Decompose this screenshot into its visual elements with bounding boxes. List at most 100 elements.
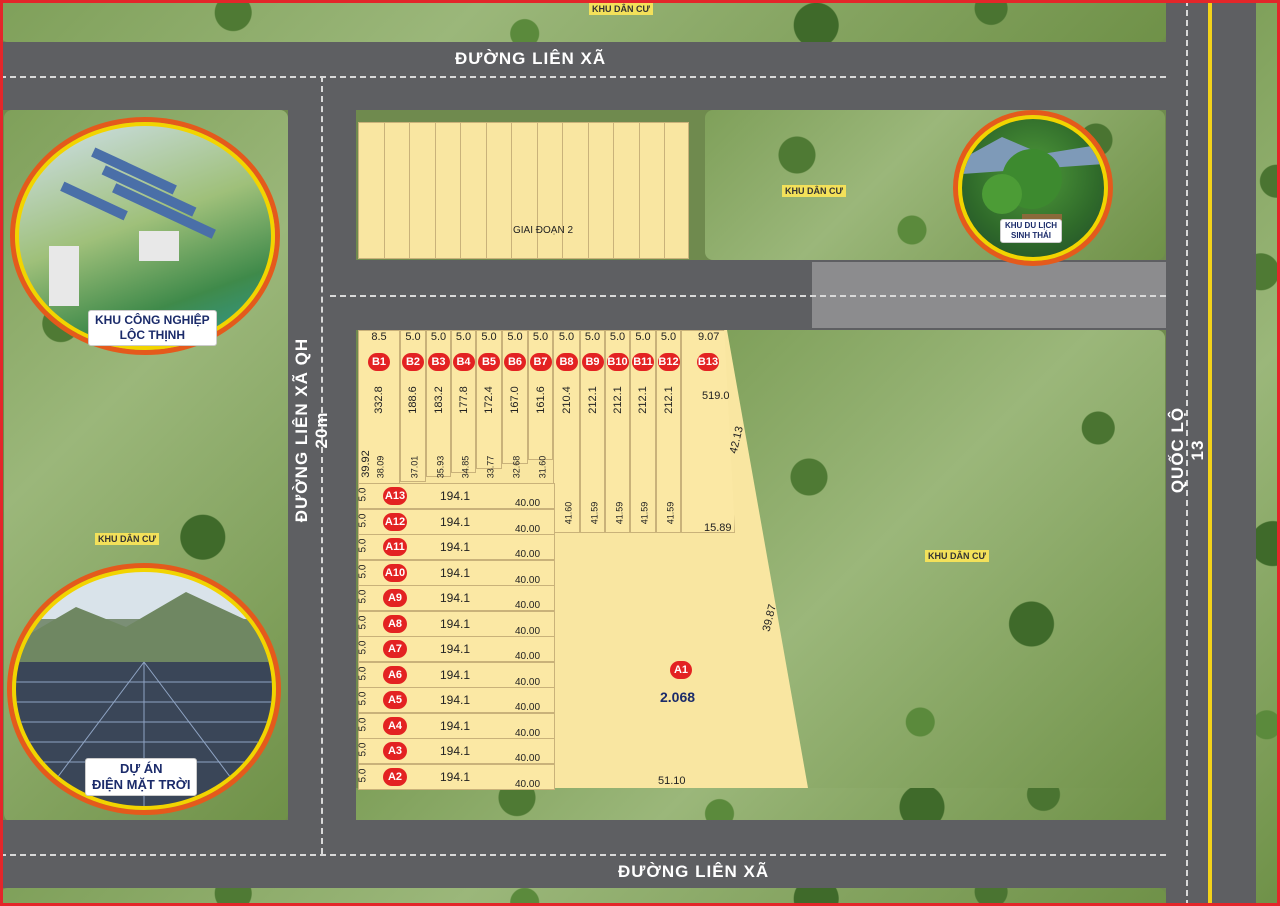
phase-2-divider	[587, 122, 589, 259]
aerial-bottom-edge	[0, 888, 1166, 906]
lot-badge[interactable]: A5	[383, 691, 407, 709]
lot-depth: 40.00	[515, 498, 541, 509]
lot-width: 5.0	[357, 666, 369, 680]
lot-area: 194.1	[440, 540, 471, 554]
lot-badge[interactable]: A11	[383, 538, 407, 556]
lot-depth: 40.00	[515, 753, 541, 764]
industrial-park-label: KHU CÔNG NGHIỆP LỘC THỊNH	[88, 310, 217, 346]
phase-2-divider	[460, 122, 461, 259]
lot-width: 9.07	[698, 331, 720, 343]
lot-badge[interactable]: B13	[697, 353, 719, 371]
lot-badge[interactable]: B2	[402, 353, 424, 371]
a1-area: 2.068	[660, 689, 696, 705]
lot-area: 194.1	[440, 769, 471, 784]
lot-badge[interactable]: A12	[383, 512, 407, 531]
lot-area: 161.6	[534, 386, 547, 414]
lot-badge[interactable]: A4	[383, 716, 407, 735]
lot-area: 194.1	[440, 744, 471, 758]
lot-width: 5.0	[357, 487, 369, 502]
phase-2-divider	[536, 122, 538, 259]
phase-2-divider	[638, 122, 640, 259]
lot-depth: 40.00	[515, 625, 541, 637]
lot-depth: 37.01	[409, 455, 420, 479]
lot-width: 5.0	[430, 331, 447, 343]
lot-depth: 40.00	[515, 702, 541, 713]
phase-2-divider	[434, 122, 436, 259]
lot-badge[interactable]: B12	[657, 353, 680, 371]
lot-area: 212.1	[586, 386, 599, 414]
lot-area: 194.1	[440, 616, 471, 631]
lot-area: 194.1	[440, 642, 471, 656]
lot-width: 8.5	[371, 331, 387, 343]
lot-area: 194.1	[440, 693, 471, 707]
lot-area: 194.1	[440, 667, 471, 682]
solar-label-line2: ĐIỆN MẶT TRỜI	[92, 777, 191, 792]
highway-center-line	[1208, 0, 1212, 906]
lot-width: 5.0	[357, 640, 369, 655]
a1-bottom-dim: 51.10	[658, 775, 686, 787]
lot-width: 5.0	[357, 513, 369, 527]
lot-depth: 40.00	[515, 600, 541, 611]
lot-width: 5.0	[660, 331, 677, 343]
b-left-edge-dim: 39.92	[359, 450, 372, 478]
lot-badge[interactable]: B7	[529, 353, 552, 371]
lot-area: 188.6	[406, 386, 419, 414]
lot-width: 5.0	[507, 331, 523, 343]
phase-2-divider	[511, 122, 512, 259]
lot-depth: 31.60	[536, 455, 547, 479]
lot-badge[interactable]: B11	[632, 353, 654, 371]
aerial-right-edge	[1256, 0, 1280, 906]
lot-area: 172.4	[482, 386, 495, 414]
lot-depth: 40.00	[515, 727, 541, 739]
lot-width: 5.0	[455, 331, 472, 343]
lot-width: 5.0	[357, 615, 369, 629]
lot-depth: 41.59	[639, 501, 650, 525]
lot-area: 194.1	[440, 565, 471, 580]
lot-area: 519.0	[702, 390, 730, 402]
lot-width: 5.0	[357, 538, 369, 553]
lot-badge[interactable]: A10	[383, 563, 407, 582]
lot-badge[interactable]: A7	[383, 640, 407, 658]
lot-area: 194.1	[440, 489, 471, 503]
lot-badge[interactable]: B1	[368, 353, 390, 371]
lot-badge[interactable]: B10	[606, 353, 629, 371]
lot-area: 332.8	[372, 386, 385, 414]
lot-width: 5.0	[357, 717, 369, 731]
lot-width: 5.0	[609, 331, 626, 343]
lot-badge[interactable]: B9	[581, 353, 604, 371]
lot-badge[interactable]: A3	[383, 742, 407, 760]
lot-badge[interactable]: B6	[504, 353, 526, 371]
lot-width: 5.0	[357, 564, 369, 578]
lot-badge[interactable]: A9	[383, 589, 407, 607]
b13-bottom-dim: 15.89	[704, 522, 732, 534]
lot-badge[interactable]: A13	[383, 487, 407, 505]
lot-badge[interactable]: A6	[383, 665, 407, 684]
lot-width: 5.0	[405, 331, 421, 343]
khu-dan-cu-top: KHU DÂN CƯ	[589, 3, 653, 15]
phase-2-divider	[613, 122, 614, 259]
lot-badge[interactable]: B4	[452, 353, 475, 371]
lot-badge[interactable]: A8	[383, 614, 407, 633]
khu-dan-cu-left: KHU DÂN CƯ	[95, 533, 159, 545]
lot-depth: 32.68	[511, 455, 522, 479]
road-label-top: ĐƯỜNG LIÊN XÃ	[455, 49, 607, 68]
lot-depth: 40.00	[515, 778, 541, 790]
road-label-right: QUỐC LỘ 13	[1168, 406, 1207, 494]
lot-width: 5.0	[357, 589, 369, 604]
lot-badge[interactable]: A2	[383, 767, 407, 786]
khu-dan-cu-mid: KHU DÂN CƯ	[782, 185, 846, 197]
lot-width: 5.0	[635, 331, 651, 343]
lot-area: 183.2	[432, 386, 445, 414]
lot-badge[interactable]: B8	[555, 353, 578, 371]
dash-middle	[330, 295, 1166, 297]
lot-area: 212.1	[611, 386, 624, 414]
eco-label-line2: SINH THÁI	[1011, 231, 1051, 240]
lot-depth: 41.59	[613, 501, 624, 525]
lot-width: 5.0	[357, 768, 369, 782]
phase-2-divider	[485, 122, 487, 259]
aerial-top-strip	[0, 0, 1166, 42]
lot-badge-a1[interactable]: A1	[670, 661, 692, 679]
lot-depth: 40.00	[515, 676, 541, 688]
lot-badge[interactable]: B5	[478, 353, 500, 371]
lot-badge[interactable]: B3	[427, 353, 450, 371]
